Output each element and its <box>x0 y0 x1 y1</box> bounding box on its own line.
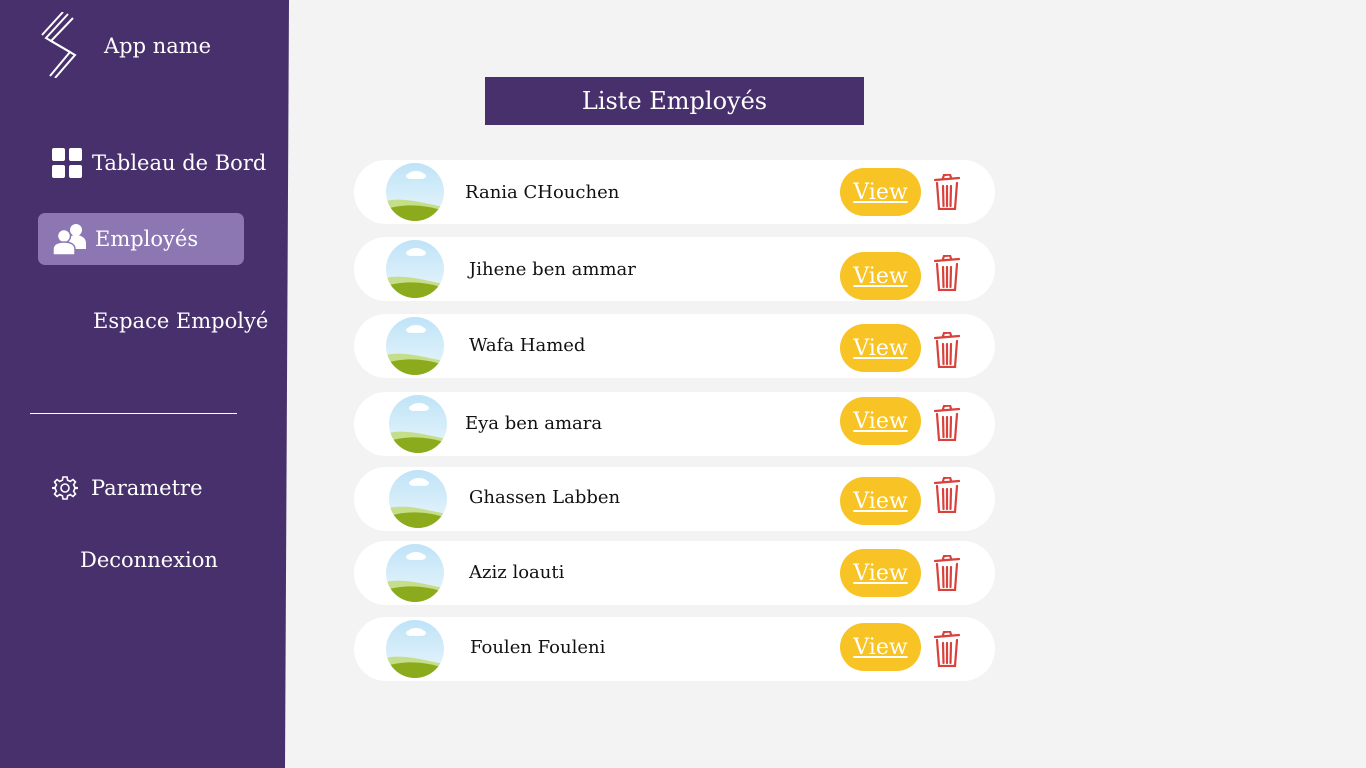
nav-item-dashboard[interactable]: Tableau de Bord <box>52 148 266 178</box>
nav-item-label: Tableau de Bord <box>92 151 267 175</box>
avatar <box>386 620 444 678</box>
nav-item-label: Parametre <box>91 476 203 500</box>
employee-name: Ghassen Labben <box>469 487 621 508</box>
trash-icon[interactable] <box>933 173 961 211</box>
trash-icon[interactable] <box>933 554 961 592</box>
employee-name: Eya ben amara <box>465 413 603 434</box>
users-icon <box>52 224 86 256</box>
employee-row: Ghassen Labben View <box>354 467 995 531</box>
view-button[interactable]: View <box>840 168 921 216</box>
trash-icon[interactable] <box>933 630 961 668</box>
gear-icon <box>52 476 78 500</box>
sidebar-divider <box>30 413 237 414</box>
employee-name: Foulen Fouleni <box>470 637 606 658</box>
trash-icon[interactable] <box>933 476 961 514</box>
nav-item-label: Espace Empolyé <box>93 309 269 333</box>
view-button[interactable]: View <box>840 623 921 671</box>
nav-item-espace[interactable]: Espace Empolyé <box>93 309 268 333</box>
avatar <box>389 395 447 453</box>
app-name: App name <box>104 34 212 58</box>
app-logo-icon <box>41 12 77 78</box>
employee-row: Rania CHouchen View <box>354 160 995 224</box>
avatar <box>389 470 447 528</box>
view-button[interactable]: View <box>840 477 921 525</box>
nav-item-label: Employés <box>95 227 199 251</box>
avatar <box>386 544 444 602</box>
nav-item-label: Deconnexion <box>80 548 218 572</box>
employee-name: Jihene ben ammar <box>469 259 636 280</box>
employee-name: Rania CHouchen <box>465 182 620 203</box>
view-button[interactable]: View <box>840 397 921 445</box>
employee-name: Aziz loauti <box>469 562 565 583</box>
view-button[interactable]: View <box>840 324 921 372</box>
avatar <box>386 317 444 375</box>
avatar <box>386 163 444 221</box>
page-title: Liste Employés <box>485 77 864 125</box>
view-button[interactable]: View <box>840 252 921 300</box>
trash-icon[interactable] <box>933 254 961 292</box>
nav-item-employes[interactable]: Employés <box>38 213 244 265</box>
employee-row: Wafa Hamed View <box>354 314 995 378</box>
view-button[interactable]: View <box>840 549 921 597</box>
employee-row: Aziz loauti View <box>354 541 995 605</box>
trash-icon[interactable] <box>933 331 961 369</box>
avatar <box>386 240 444 298</box>
employee-name: Wafa Hamed <box>469 335 586 356</box>
nav-item-parametre[interactable]: Parametre <box>52 475 203 501</box>
trash-icon[interactable] <box>933 404 961 442</box>
employee-row: Foulen Fouleni View <box>354 617 995 681</box>
sidebar: App name Tableau de Bord Employés Espace… <box>0 0 289 768</box>
nav-item-deconnexion[interactable]: Deconnexion <box>80 548 218 572</box>
dashboard-icon <box>52 148 82 178</box>
employee-row: Eya ben amara View <box>354 392 995 456</box>
employee-row: Jihene ben ammar View <box>354 237 995 301</box>
